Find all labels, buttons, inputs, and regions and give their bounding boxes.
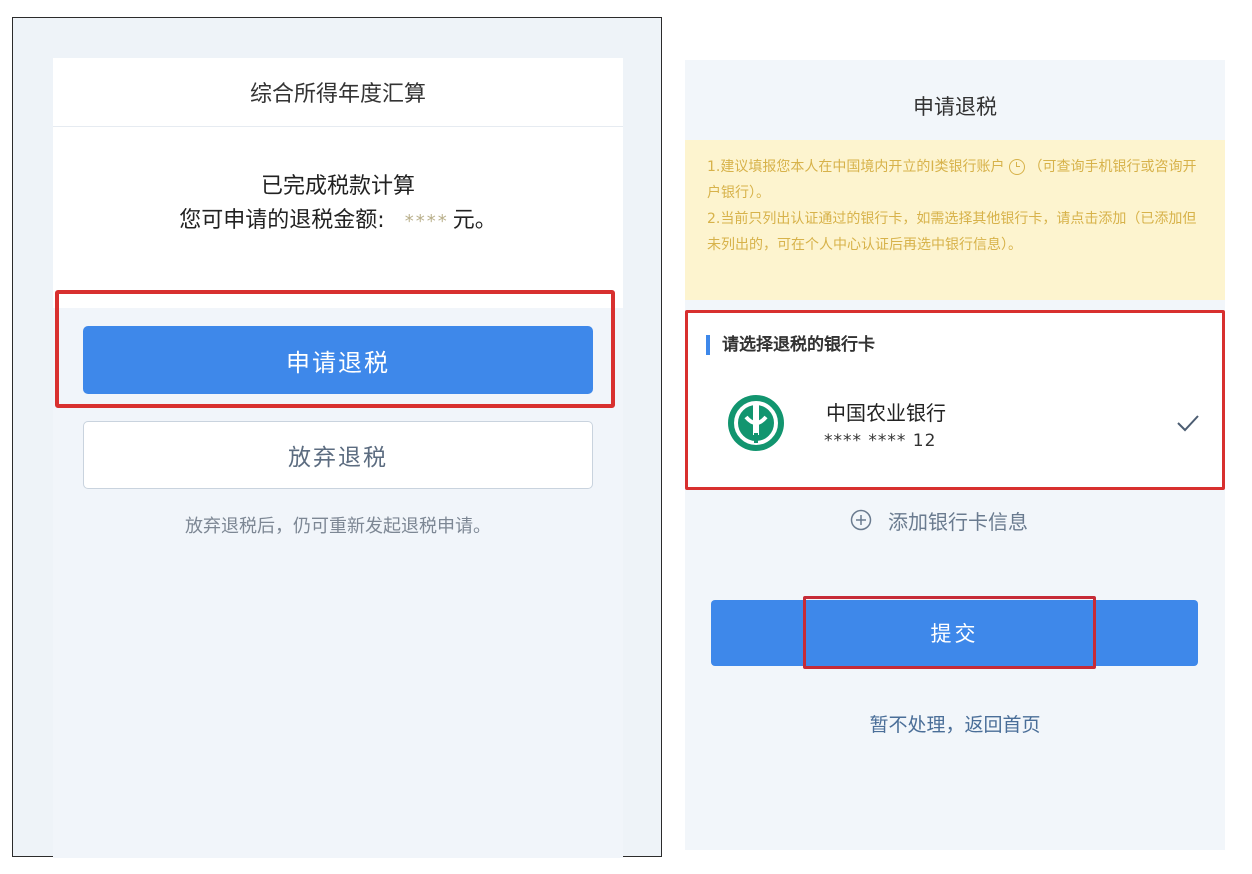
page-title: 综合所得年度汇算 [53, 58, 623, 127]
notice-line-2: 2.当前只列出认证通过的银行卡，如需选择其他银行卡，请点击添加（已添加但未列出的… [707, 211, 1197, 253]
page-title: 申请退税 [913, 95, 997, 119]
apply-refund-button[interactable]: 申请退税 [83, 326, 593, 394]
abandon-note: 放弃退税后，仍可重新发起退税申请。 [185, 516, 491, 537]
refund-unit: 元。 [452, 208, 497, 233]
notice-line-1: 1.建议填报您本人在中国境内开立的I类银行账户 （可查询手机银行或咨询开户银行）。 [707, 154, 1205, 206]
bank-name: 中国农业银行 [826, 401, 946, 425]
back-home-link[interactable]: 暂不处理，返回首页 [685, 710, 1225, 737]
bank-card-number: **** **** 12 [824, 431, 937, 451]
refund-amount: **** [404, 211, 449, 232]
bank-card-section: 请选择退税的银行卡 中国农业银行 **** **** 12 [685, 310, 1225, 490]
add-bank-card-button[interactable]: 添加银行卡信息 [850, 505, 1028, 535]
abc-bank-logo-icon [728, 395, 784, 451]
left-screen: 综合所得年度汇算 已完成税款计算 您可申请的退税金额: **** 元。 申请退税 放… [12, 17, 662, 858]
refund-amount-line: 您可申请的退税金额: **** 元。 [53, 202, 623, 234]
notice-box: 1.建议填报您本人在中国境内开立的I类银行账户 （可查询手机银行或咨询开户银行）。… [685, 140, 1225, 300]
refund-label: 您可申请的退税金额: [179, 208, 385, 233]
notice-line-1-text: 1.建议填报您本人在中国境内开立的I类银行账户 [707, 159, 1005, 175]
right-screen: 申请退税 1.建议填报您本人在中国境内开立的I类银行账户 （可查询手机银行或咨询开… [685, 60, 1225, 850]
section-title: 请选择退税的银行卡 [706, 335, 875, 355]
abandon-refund-button[interactable]: 放弃退税 [83, 421, 593, 489]
submit-highlight-box [803, 596, 1096, 669]
calculation-done-text: 已完成税款计算 [260, 174, 415, 199]
bank-card-option[interactable]: 中国农业银行 **** **** 12 [688, 383, 1222, 483]
add-card-label: 添加银行卡信息 [888, 509, 1028, 534]
plus-circle-icon [850, 509, 872, 531]
clock-icon [1008, 159, 1025, 175]
check-icon [1177, 415, 1199, 432]
